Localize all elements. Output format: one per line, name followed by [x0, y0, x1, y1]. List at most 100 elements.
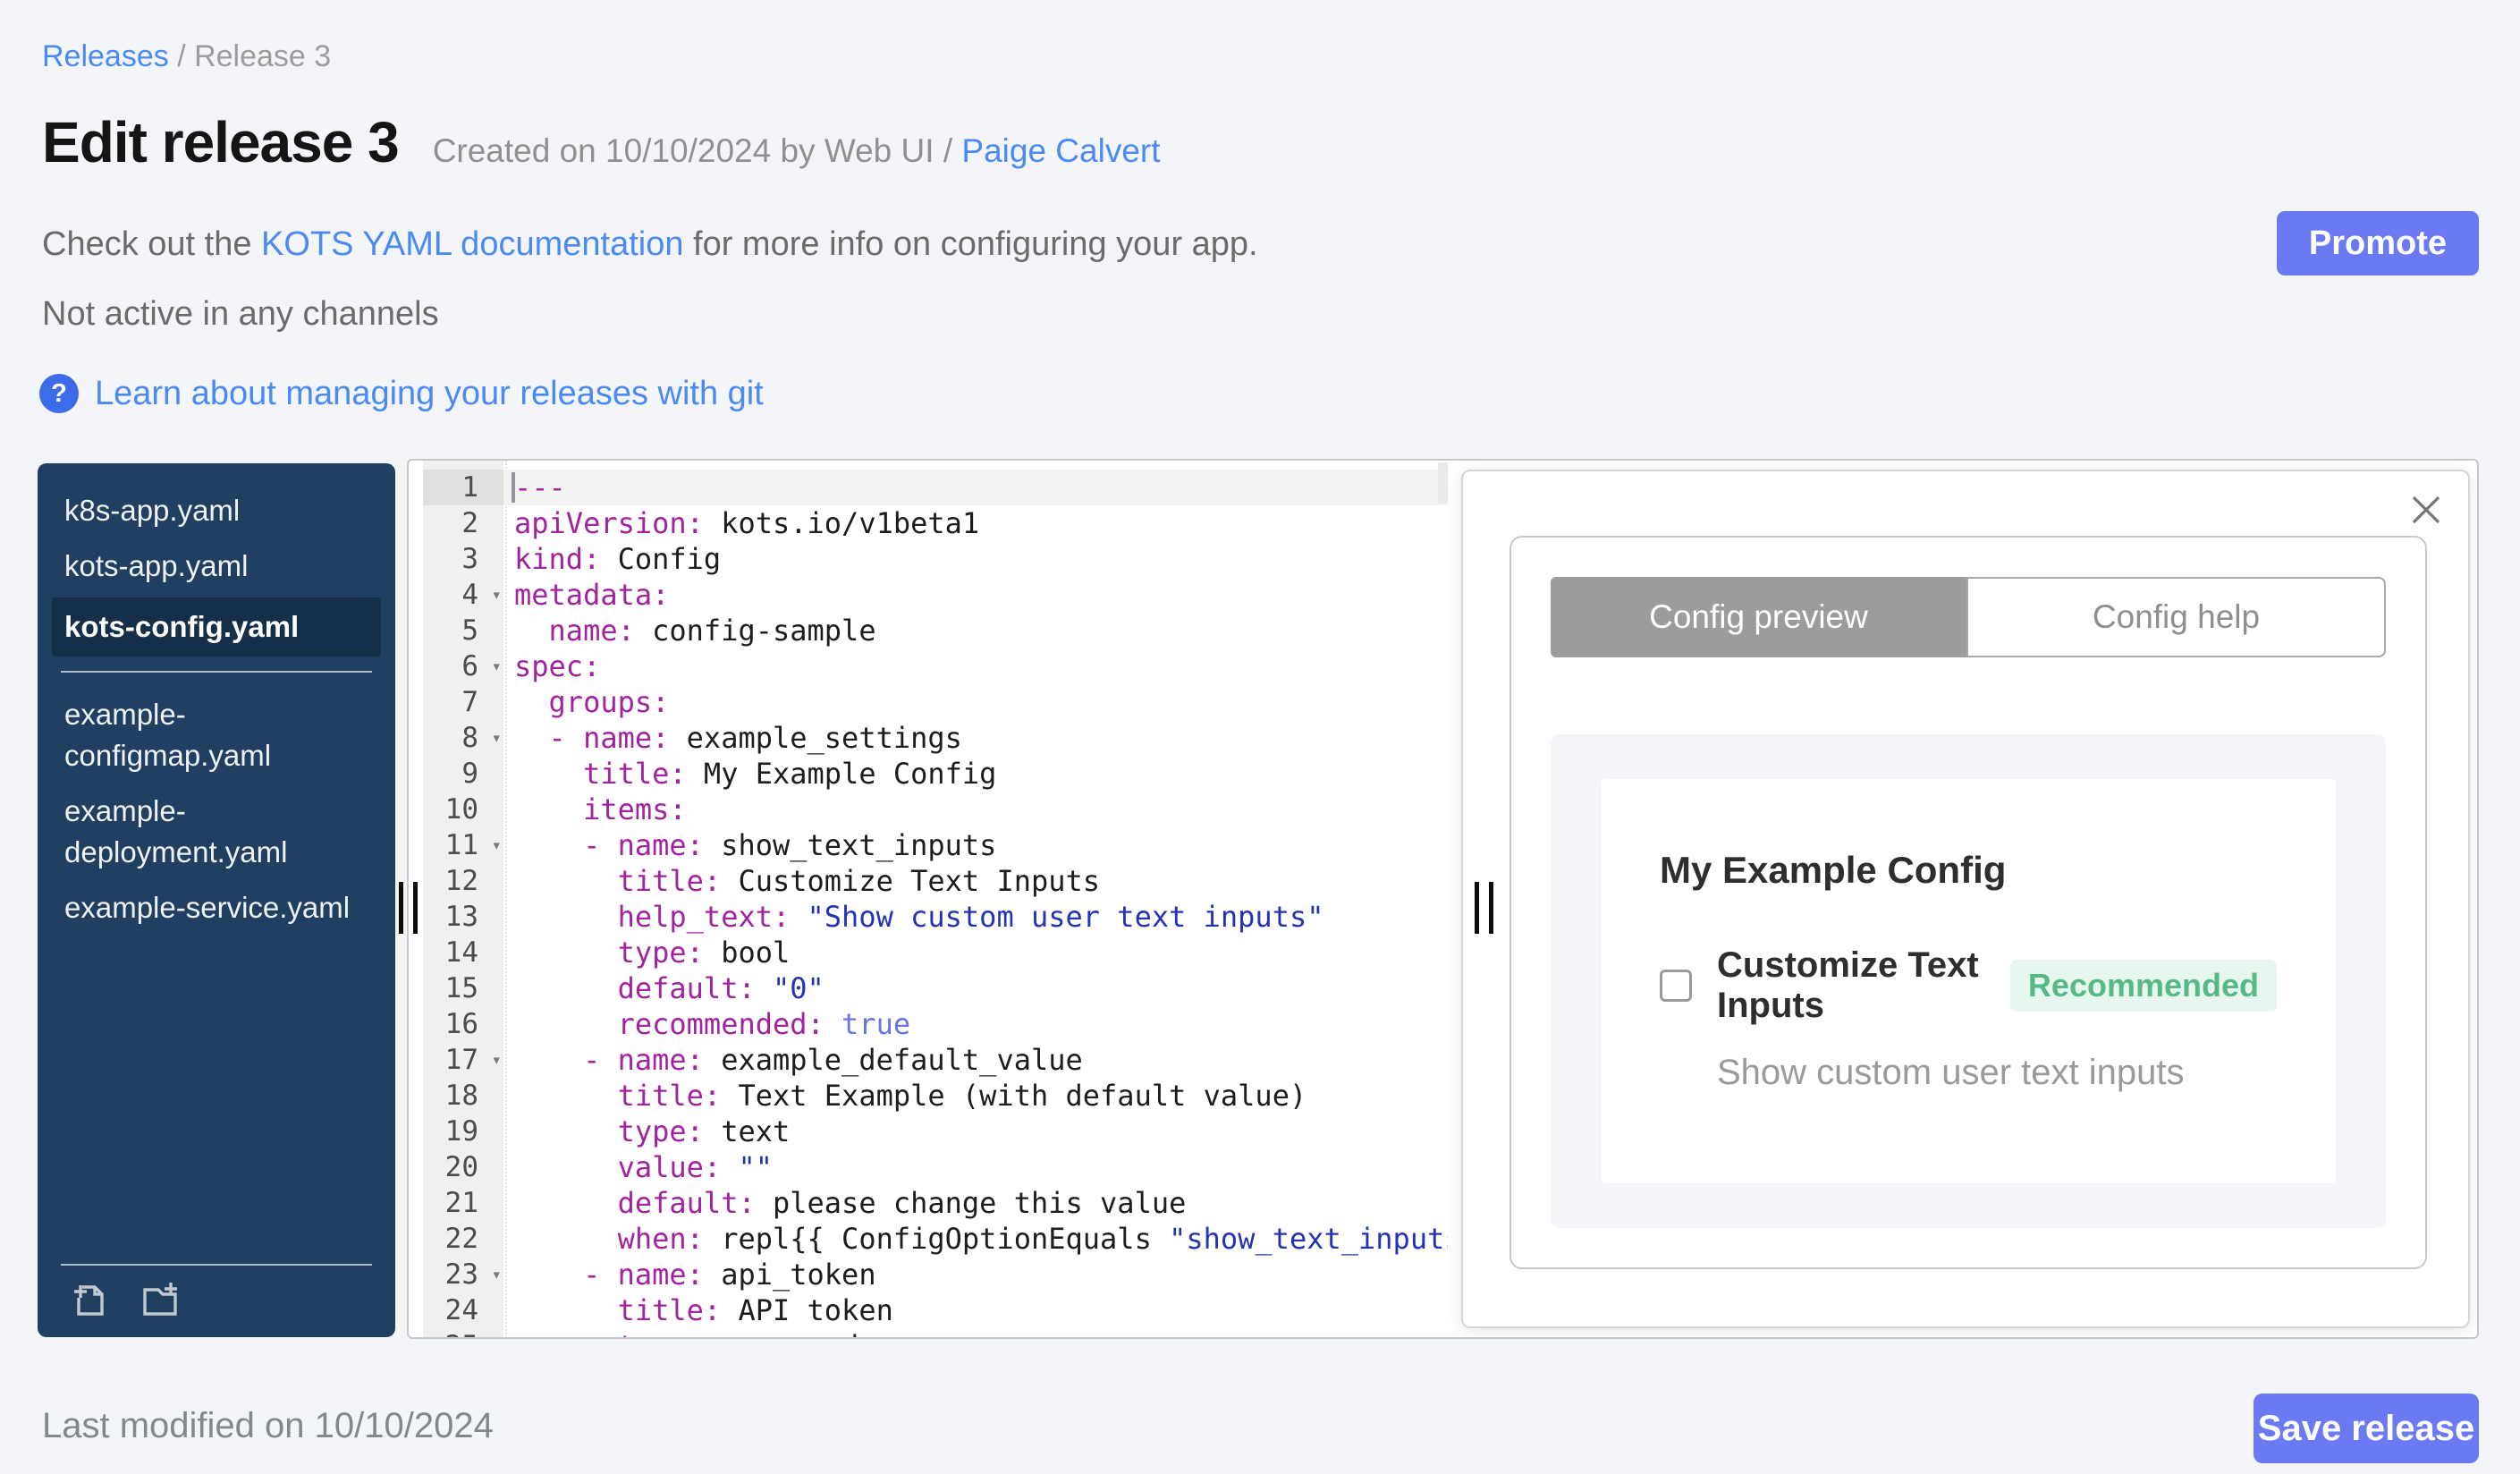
- code-line[interactable]: - name: api_token: [503, 1257, 1448, 1292]
- code-line[interactable]: title: Customize Text Inputs: [503, 863, 1448, 899]
- code-token: show_text_inputs: [703, 828, 997, 862]
- gutter-line-number: 24: [444, 1294, 478, 1326]
- code-token: "Show custom user text inputs": [807, 900, 1324, 934]
- editor-preview-resize-handle[interactable]: [1475, 882, 1507, 934]
- sidebar-file-item[interactable]: example-deployment.yaml: [38, 784, 381, 880]
- code-line[interactable]: title: My Example Config: [503, 756, 1448, 792]
- editor-code[interactable]: --- apiVersion: kots.io/v1beta1 kind: Conf…: [503, 461, 1448, 1337]
- breadcrumb-separator: /: [168, 39, 195, 73]
- gutter-line-number: 11 ▾: [444, 827, 502, 863]
- code-token: Text Example (with default value): [721, 1079, 1307, 1113]
- gutter-line-number: 10: [444, 793, 478, 826]
- git-releases-link[interactable]: Learn about managing your releases with …: [95, 375, 764, 413]
- code-token: - name:: [514, 828, 704, 862]
- code-line[interactable]: apiVersion: kots.io/v1beta1: [503, 505, 1448, 541]
- code-line[interactable]: name: config-sample: [503, 613, 1448, 648]
- tab-config-help[interactable]: Config help: [1966, 577, 2386, 657]
- code-token: groups:: [514, 685, 670, 719]
- code-token: value:: [514, 1150, 722, 1184]
- code-token: api_token: [703, 1258, 876, 1292]
- code-token: help_text:: [514, 900, 791, 934]
- code-line[interactable]: default: "0": [503, 970, 1448, 1006]
- code-token: My Example Config: [686, 757, 997, 791]
- sidebar-file-item[interactable]: k8s-app.yaml: [38, 483, 381, 538]
- code-line[interactable]: default: please change this value: [503, 1185, 1448, 1221]
- new-folder-icon[interactable]: [136, 1276, 186, 1323]
- fold-arrow-icon[interactable]: ▾: [492, 1042, 502, 1078]
- fold-arrow-icon[interactable]: ▾: [492, 577, 502, 613]
- breadcrumb-current: Release 3: [194, 39, 332, 73]
- code-line[interactable]: title: API token: [503, 1292, 1448, 1328]
- code-line[interactable]: ---: [503, 470, 1448, 505]
- code-line[interactable]: metadata:: [503, 577, 1448, 613]
- config-tabs: Config preview Config help: [1551, 577, 2386, 657]
- page-title: Edit release 3: [42, 110, 400, 174]
- sidebar-file-item[interactable]: example-service.yaml: [38, 880, 381, 936]
- created-info: Created on 10/10/2024 by Web UI / Paige …: [433, 132, 1161, 170]
- code-line[interactable]: - name: show_text_inputs: [503, 827, 1448, 863]
- code-line[interactable]: value: "": [503, 1149, 1448, 1185]
- help-question-icon[interactable]: ?: [39, 374, 79, 413]
- kots-yaml-docs-link[interactable]: KOTS YAML documentation: [261, 225, 683, 263]
- fold-arrow-icon[interactable]: ▾: [492, 827, 502, 863]
- file-list-divider: [61, 671, 372, 673]
- code-token: example_settings: [669, 721, 962, 755]
- code-line[interactable]: title: Text Example (with default value): [503, 1078, 1448, 1114]
- code-token: default:: [514, 1186, 756, 1220]
- customize-text-inputs-checkbox[interactable]: [1660, 970, 1692, 1002]
- code-token: type:: [514, 936, 704, 970]
- sidebar-file-item[interactable]: kots-config.yaml: [52, 597, 381, 657]
- config-item-help: Show custom user text inputs: [1717, 1053, 2185, 1092]
- code-token: type:: [514, 1329, 704, 1337]
- tab-gap: [1551, 657, 2386, 734]
- code-line[interactable]: type: bool: [503, 935, 1448, 970]
- editor-scrollbar-thumb[interactable]: [1438, 462, 1448, 504]
- file-list-top: k8s-app.yaml kots-app.yaml kots-config.yam…: [38, 463, 395, 657]
- config-item-label: Customize Text Inputs: [1717, 945, 1979, 1025]
- sidebar-bottom-divider: [61, 1264, 372, 1266]
- created-author-link[interactable]: Paige Calvert: [961, 132, 1160, 169]
- code-token: - name:: [514, 1258, 704, 1292]
- sidebar-file-item[interactable]: kots-app.yaml: [38, 538, 381, 594]
- code-token: when:: [514, 1222, 704, 1256]
- code-line[interactable]: - name: example_settings: [503, 720, 1448, 756]
- code-token: ---: [514, 470, 566, 504]
- code-token: Config: [600, 542, 722, 576]
- recommended-badge: Recommended: [2009, 960, 2277, 1012]
- promote-button[interactable]: Promote: [2277, 211, 2479, 275]
- save-release-button[interactable]: Save release: [2254, 1394, 2479, 1463]
- new-file-icon[interactable]: [66, 1276, 113, 1323]
- gutter-line-number: 20: [444, 1151, 478, 1183]
- code-line[interactable]: type: password: [503, 1328, 1448, 1337]
- code-line[interactable]: recommended: true: [503, 1006, 1448, 1042]
- sidebar-editor-resize-handle[interactable]: [399, 882, 431, 934]
- code-line[interactable]: items:: [503, 792, 1448, 827]
- code-line[interactable]: spec:: [503, 648, 1448, 684]
- code-line[interactable]: when: repl{{ ConfigOptionEquals "show_te…: [503, 1221, 1448, 1257]
- fold-arrow-icon[interactable]: ▾: [492, 1257, 502, 1292]
- tab-config-preview[interactable]: Config preview: [1551, 577, 1966, 657]
- code-token: - name:: [514, 1043, 704, 1077]
- fold-arrow-icon[interactable]: ▾: [492, 648, 502, 684]
- gutter-line-number: 4 ▾: [461, 577, 502, 613]
- code-line[interactable]: help_text: "Show custom user text inputs…: [503, 899, 1448, 935]
- code-line[interactable]: - name: example_default_value: [503, 1042, 1448, 1078]
- gutter-line-number: 14: [444, 936, 478, 969]
- code-token: Customize Text Inputs: [721, 864, 1101, 898]
- breadcrumb-releases-link[interactable]: Releases: [42, 39, 169, 73]
- code-token: spec:: [514, 649, 601, 683]
- fold-arrow-icon[interactable]: ▾: [492, 720, 502, 756]
- code-line[interactable]: type: text: [503, 1114, 1448, 1149]
- code-line[interactable]: groups:: [503, 684, 1448, 720]
- sidebar-file-item[interactable]: example-configmap.yaml: [38, 687, 381, 784]
- config-item-row: Customize Text Inputs Recommended: [1660, 945, 2277, 1026]
- code-line[interactable]: kind: Config: [503, 541, 1448, 577]
- code-token: bool: [703, 936, 791, 970]
- yaml-editor[interactable]: 1 2 3 4 ▾ 5 6 ▾ 7 8 ▾ 9 10 11 ▾ 12 13 14 15 16 17 ▾ 18 19 20 21 22…: [423, 461, 1448, 1337]
- text-cursor: [512, 472, 515, 503]
- title-row: Edit release 3 Created on 10/10/2024 by …: [42, 109, 1161, 175]
- close-icon[interactable]: [2407, 491, 2445, 529]
- sidebar-actions: [66, 1276, 186, 1323]
